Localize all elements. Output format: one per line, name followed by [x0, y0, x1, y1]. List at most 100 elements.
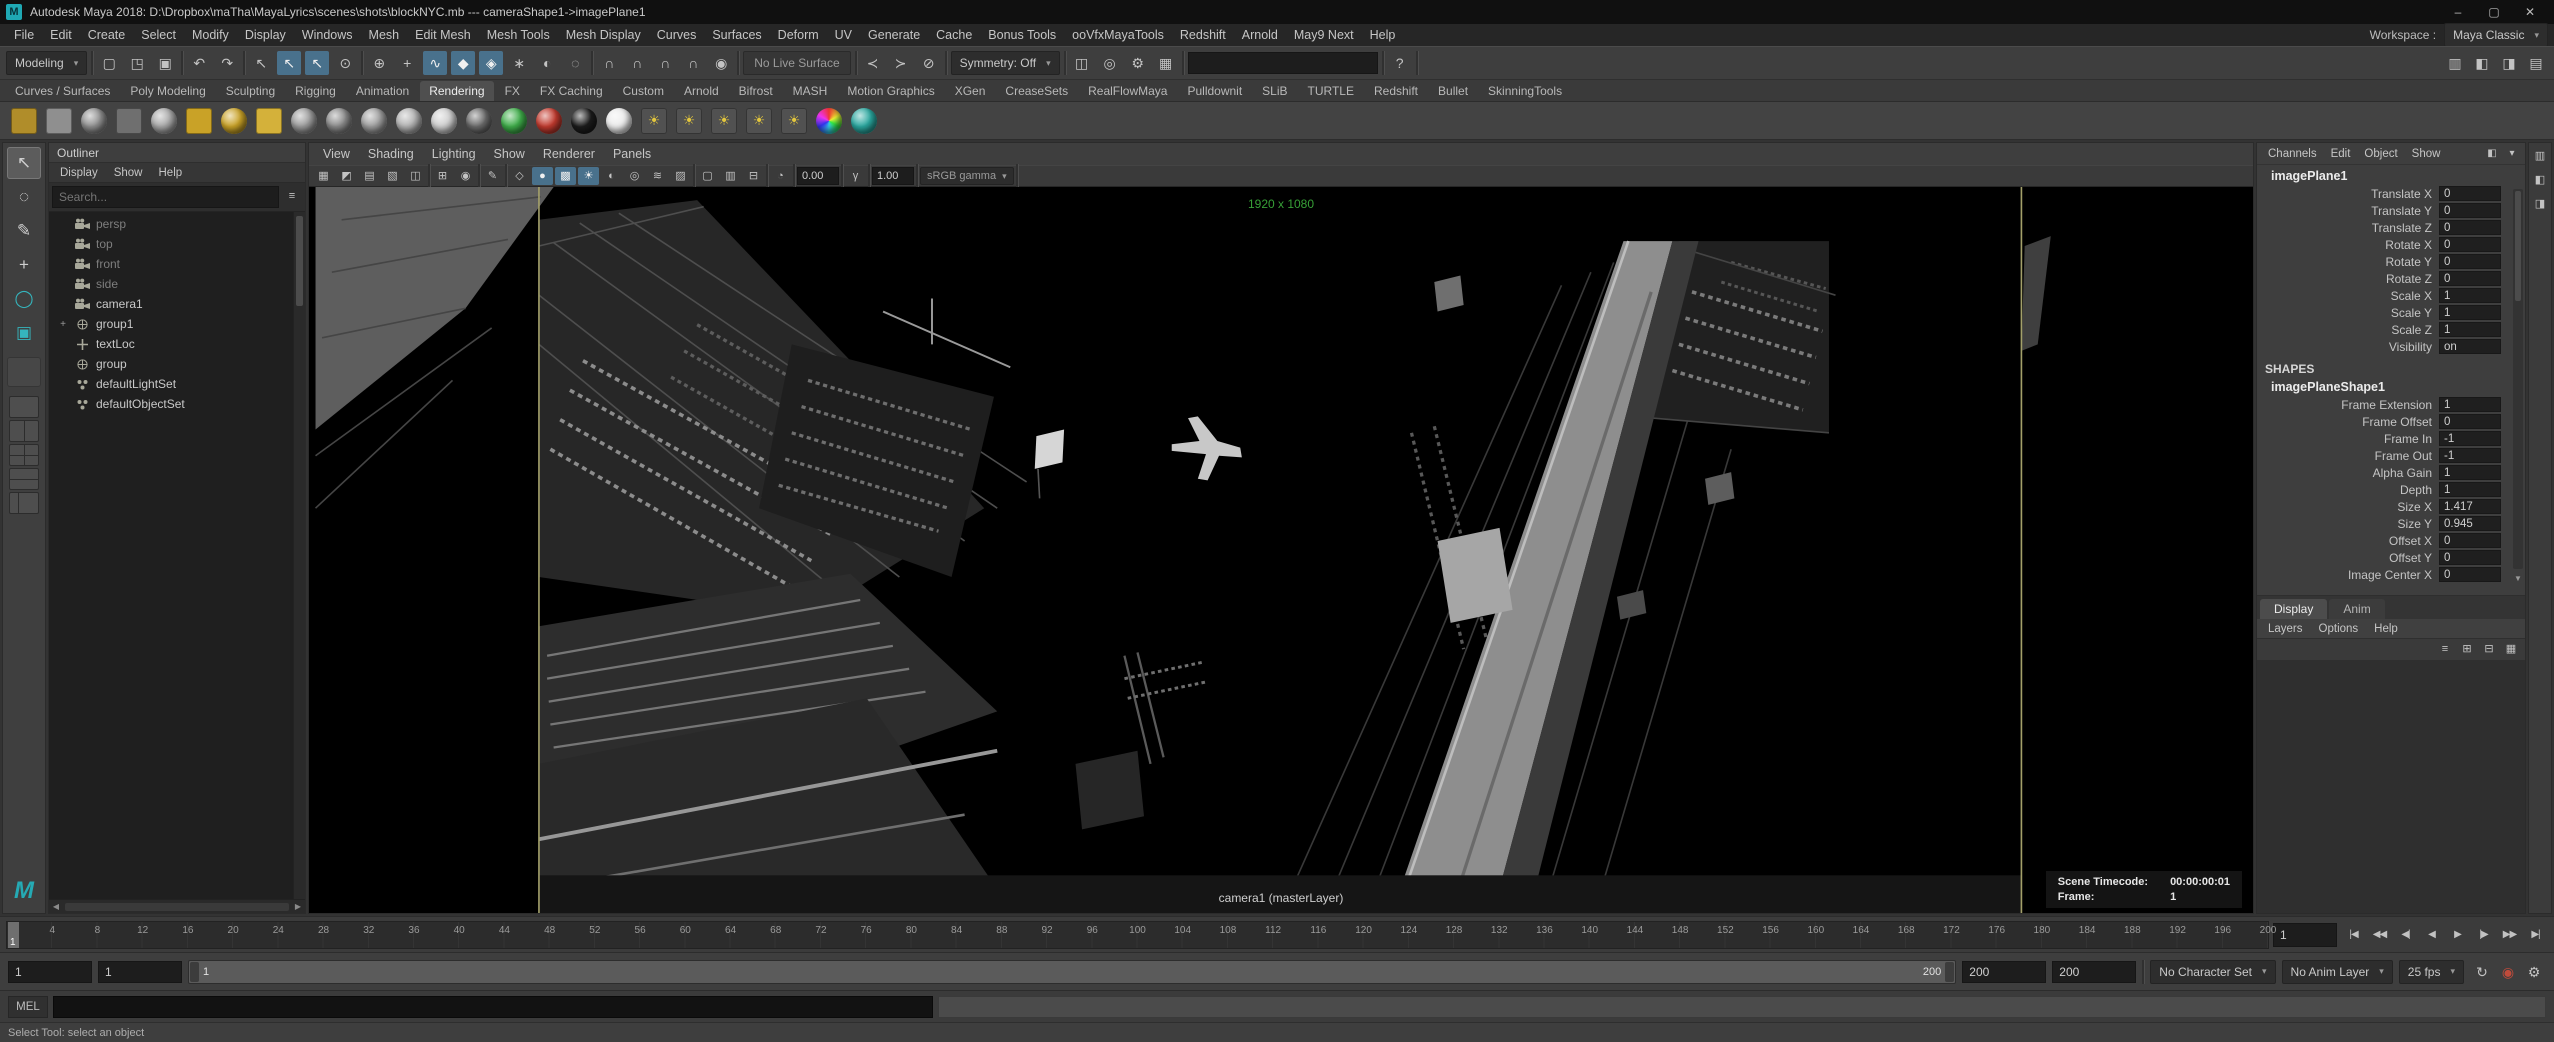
new-layer-from-selected-icon[interactable]: ⊟ [2479, 641, 2499, 659]
channel-value-field[interactable]: 0 [2439, 254, 2501, 269]
channel-value-field[interactable]: 0 [2439, 414, 2501, 429]
shelf-tab-bifrost[interactable]: Bifrost [730, 81, 782, 101]
shelf-tab-skinningtools[interactable]: SkinningTools [1479, 81, 1571, 101]
open-scene-icon[interactable]: ◳ [125, 51, 149, 75]
shelf-teal-material-icon[interactable] [848, 105, 880, 137]
outliner-item-textloc[interactable]: textLoc [49, 334, 293, 354]
channel-speed-icon[interactable]: ▾ [2503, 145, 2521, 163]
menu-item-uv[interactable]: UV [827, 27, 860, 43]
channel-value-field[interactable]: 0 [2439, 220, 2501, 235]
mask-joints-icon[interactable]: + [395, 51, 419, 75]
menu-item-generate[interactable]: Generate [860, 27, 928, 43]
menu-item-create[interactable]: Create [80, 27, 134, 43]
xray-icon[interactable]: ▥ [720, 167, 741, 185]
menu-item-oovfxmayatools[interactable]: ooVfxMayaTools [1064, 27, 1172, 43]
channel-value-field[interactable]: 1 [2439, 482, 2501, 497]
shelf-use-background-icon[interactable] [463, 105, 495, 137]
select-hierarchy-icon[interactable]: ↖ [249, 51, 273, 75]
channel-value-field[interactable]: 1 [2439, 288, 2501, 303]
menu-item-select[interactable]: Select [133, 27, 184, 43]
shelf-render-settings-icon[interactable] [43, 105, 75, 137]
search-input[interactable] [52, 186, 279, 208]
shelf-ring-sphere-icon[interactable] [288, 105, 320, 137]
maximize-button[interactable]: ▢ [2476, 0, 2512, 24]
title-bar[interactable]: M Autodesk Maya 2018: D:\Dropbox\maTha\M… [0, 0, 2554, 24]
shape-node-name[interactable]: imagePlaneShape1 [2257, 378, 2525, 396]
select-tool[interactable]: ↖ [7, 147, 41, 179]
viewport-menu-show[interactable]: Show [486, 146, 533, 162]
shelf-tab-curves-surfaces[interactable]: Curves / Surfaces [6, 81, 119, 101]
sidebar-attribute-editor-toggle-icon[interactable]: ◧ [2530, 170, 2550, 190]
playback-end-field[interactable]: 200 [1962, 961, 2046, 983]
outliner-vertical-scrollbar[interactable] [293, 212, 305, 899]
outliner-menu-show[interactable]: Show [107, 166, 150, 180]
menu-item-deform[interactable]: Deform [770, 27, 827, 43]
quick-help-icon[interactable]: ? [1388, 51, 1412, 75]
shelf-uv-editor-icon[interactable] [148, 105, 180, 137]
mask-rendering-icon[interactable]: ◐ [535, 51, 559, 75]
menu-item-bonus-tools[interactable]: Bonus Tools [980, 27, 1064, 43]
shelf-surface-shader-icon[interactable] [428, 105, 460, 137]
snap-point-icon[interactable]: ∩ [653, 51, 677, 75]
step-forward-key-button[interactable]: ▶▶ [2497, 922, 2522, 947]
wireframe-icon[interactable]: ◇ [509, 167, 530, 185]
gamma-icon[interactable]: γ [845, 167, 866, 185]
undo-icon[interactable]: ↶ [187, 51, 211, 75]
shelf-color-wheel-icon[interactable] [813, 105, 845, 137]
command-input[interactable] [53, 996, 933, 1018]
minimize-button[interactable]: – [2440, 0, 2476, 24]
outliner-item-group1[interactable]: +group1 [49, 314, 293, 334]
scrollbar-thumb[interactable] [2515, 191, 2521, 301]
layer-list-icon[interactable]: ≡ [2435, 641, 2455, 659]
oversampling-icon[interactable]: ◉ [455, 167, 476, 185]
show-channel-box-icon[interactable]: ▥ [2443, 51, 2467, 75]
layer-menu-layers[interactable]: Layers [2261, 622, 2310, 636]
shelf-tab-arnold[interactable]: Arnold [675, 81, 728, 101]
shelf-lambert-icon[interactable] [323, 105, 355, 137]
shelf-tab-fx[interactable]: FX [496, 81, 529, 101]
step-back-frame-button[interactable]: ◀| [2393, 922, 2418, 947]
menu-item-mesh[interactable]: Mesh [361, 27, 408, 43]
shelf-volume-light-icon[interactable]: ☀ [778, 105, 810, 137]
textured-icon[interactable]: ▩ [555, 167, 576, 185]
gamma-field[interactable]: 1.00 [872, 167, 914, 185]
anim-layer-dropdown[interactable]: No Anim Layer ▾ [2282, 960, 2393, 984]
grease-pencil-icon[interactable]: ✎ [482, 167, 503, 185]
render-settings-icon[interactable]: ⚙ [1126, 51, 1150, 75]
mask-dynamics-icon[interactable]: ∗ [507, 51, 531, 75]
menu-item-mesh-display[interactable]: Mesh Display [558, 27, 649, 43]
shelf-phong-icon[interactable] [393, 105, 425, 137]
shelf-white-material-icon[interactable] [603, 105, 635, 137]
layout-two-horiz-button[interactable] [9, 468, 39, 490]
select-object-icon[interactable]: ↖ [277, 51, 301, 75]
live-surface-button[interactable]: No Live Surface [743, 51, 850, 75]
menu-item-curves[interactable]: Curves [649, 27, 705, 43]
shelf-tab-animation[interactable]: Animation [347, 81, 418, 101]
new-scene-icon[interactable]: ▢ [97, 51, 121, 75]
outliner-item-side[interactable]: side [49, 274, 293, 294]
last-tool-slot[interactable] [7, 357, 41, 387]
shelf-directional-light-icon[interactable]: ☀ [708, 105, 740, 137]
menuset-dropdown[interactable]: Modeling ▾ [6, 51, 87, 75]
playback-start-field[interactable]: 1 [98, 961, 182, 983]
scroll-down-icon[interactable]: ▼ [2513, 574, 2523, 583]
outliner-item-group[interactable]: group [49, 354, 293, 374]
mask-surfaces-icon[interactable]: ◆ [451, 51, 475, 75]
menu-item-mesh-tools[interactable]: Mesh Tools [479, 27, 558, 43]
shelf-tab-bullet[interactable]: Bullet [1429, 81, 1477, 101]
character-set-dropdown[interactable]: No Character Set ▾ [2150, 960, 2275, 984]
close-button[interactable]: ✕ [2512, 0, 2548, 24]
save-scene-icon[interactable]: ▣ [153, 51, 177, 75]
make-live-icon[interactable]: ◉ [709, 51, 733, 75]
outliner-item-persp[interactable]: persp [49, 214, 293, 234]
select-component-icon[interactable]: ↖ [305, 51, 329, 75]
shelf-point-light-icon[interactable]: ☀ [743, 105, 775, 137]
channel-value-field[interactable]: 1.417 [2439, 499, 2501, 514]
channel-value-field[interactable]: 0 [2439, 186, 2501, 201]
range-start-handle[interactable] [190, 962, 199, 982]
play-forwards-button[interactable]: ▶ [2445, 922, 2470, 947]
sidebar-tool-settings-toggle-icon[interactable]: ◨ [2530, 194, 2550, 214]
channel-value-field[interactable]: -1 [2439, 448, 2501, 463]
select-camera-icon[interactable]: ▦ [313, 167, 334, 185]
shelf-spot-light-icon[interactable]: ☀ [673, 105, 705, 137]
